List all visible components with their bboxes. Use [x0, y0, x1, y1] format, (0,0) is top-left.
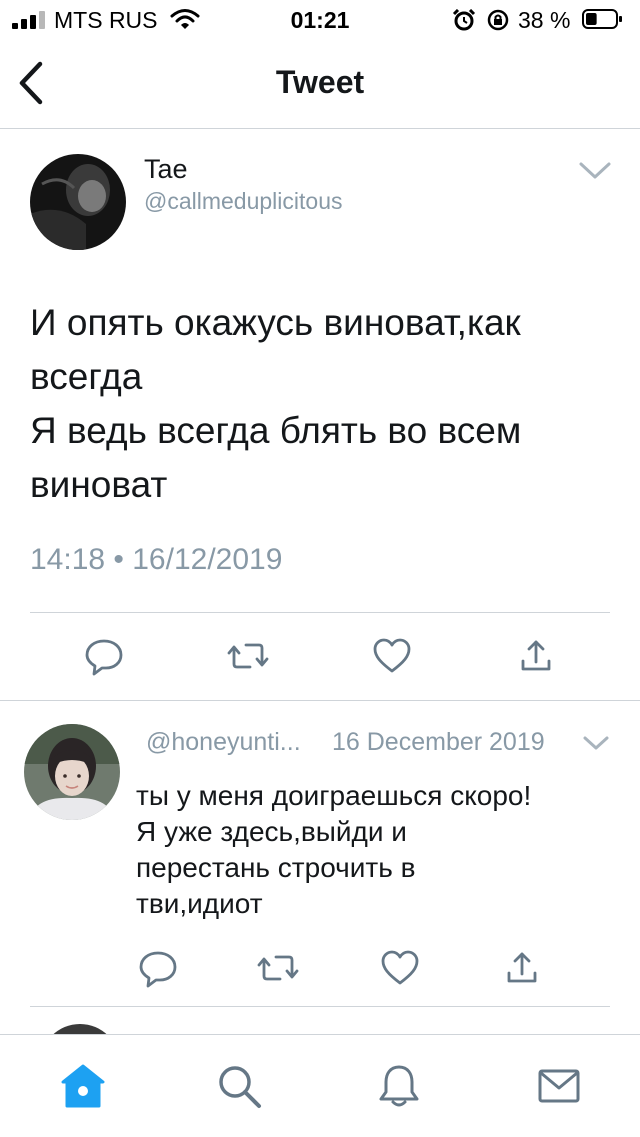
- clock: 01:21: [290, 7, 350, 33]
- signal-icon: [12, 11, 48, 29]
- wifi-icon: [170, 9, 200, 29]
- orientation-lock-icon: [487, 9, 509, 31]
- like-icon[interactable]: [378, 946, 422, 990]
- divider: [30, 612, 610, 613]
- battery-percent: 38 %: [518, 7, 571, 33]
- tweet-text: И опять окажусь виноват,как всегда Я вед…: [30, 302, 522, 505]
- avatar[interactable]: [30, 154, 126, 250]
- alarm-icon: [452, 9, 476, 31]
- divider: [30, 1006, 610, 1007]
- chevron-down-icon[interactable]: [582, 734, 610, 752]
- avatar[interactable]: [24, 724, 120, 820]
- battery-icon: [582, 9, 622, 29]
- reply-author-handle[interactable]: @honeyunti...: [146, 728, 301, 757]
- share-icon[interactable]: [500, 946, 544, 990]
- retweet-icon[interactable]: [226, 634, 270, 678]
- tab-bar: [0, 1034, 640, 1137]
- carrier-name: MTS RUS: [54, 7, 158, 33]
- reply-date: 16 December 2019: [332, 728, 545, 756]
- search-icon[interactable]: [214, 1061, 264, 1111]
- retweet-icon[interactable]: [256, 946, 300, 990]
- tweet-timestamp: 14:18 • 16/12/2019: [30, 543, 283, 576]
- notifications-icon[interactable]: [374, 1061, 424, 1111]
- home-icon[interactable]: [58, 1061, 108, 1111]
- share-icon[interactable]: [514, 634, 558, 678]
- reply-text: ты у меня доиграешься скоро! Я уже здесь…: [136, 780, 532, 919]
- page-title: Tweet: [275, 64, 365, 100]
- chevron-down-icon[interactable]: [578, 160, 612, 182]
- messages-icon[interactable]: [534, 1061, 584, 1111]
- header-divider: [0, 128, 640, 129]
- divider: [0, 700, 640, 701]
- reply-icon[interactable]: [136, 946, 180, 990]
- author-handle[interactable]: @callmeduplicitous: [144, 188, 343, 215]
- status-bar: MTS RUS 01:21 38 %: [0, 0, 640, 40]
- author-name[interactable]: Tae: [144, 154, 188, 185]
- reply-icon[interactable]: [82, 634, 126, 678]
- like-icon[interactable]: [370, 634, 414, 678]
